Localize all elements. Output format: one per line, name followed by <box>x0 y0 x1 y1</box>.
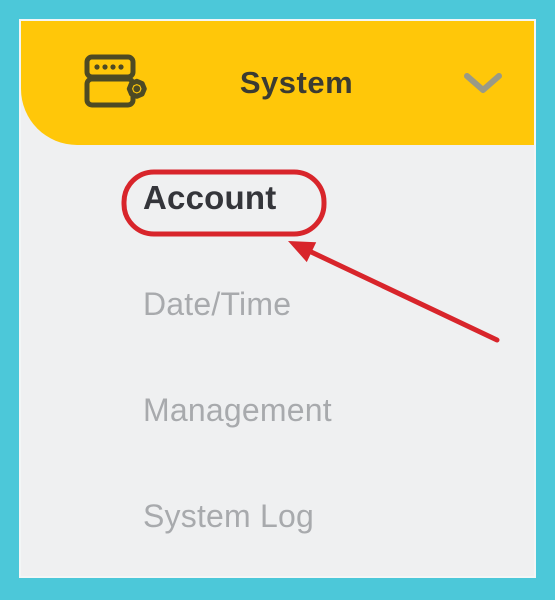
chevron-down-icon[interactable] <box>460 60 506 106</box>
nav-submenu-system: Account Date/Time Management System Log <box>21 145 536 577</box>
sidebar-item-label: Management <box>143 391 332 428</box>
window-frame-left <box>0 0 19 600</box>
nav-group-title: System <box>239 65 354 100</box>
window-frame-bottom <box>0 578 555 600</box>
window-frame-top <box>0 0 555 19</box>
sidebar-item-label: Date/Time <box>143 285 292 322</box>
nav-group-system-header[interactable]: System <box>21 21 536 145</box>
sidebar-item-management[interactable]: Management <box>143 357 536 463</box>
sidebar-item-account[interactable]: Account <box>143 145 536 251</box>
sidebar-item-system-log[interactable]: System Log <box>143 463 536 569</box>
sidebar-item-label: System Log <box>143 497 314 534</box>
sidebar-item-date-time[interactable]: Date/Time <box>143 251 536 357</box>
window-frame-right <box>536 0 555 600</box>
sidebar-item-label: Account <box>143 179 277 216</box>
screenshot-root: System Account Date/Time Management Syst… <box>0 0 555 600</box>
